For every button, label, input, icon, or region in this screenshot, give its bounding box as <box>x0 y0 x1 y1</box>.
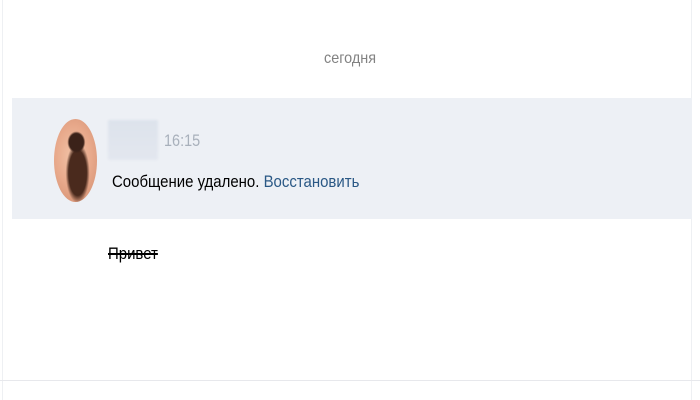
chat-history: сегодня 16:15 Сообщение удалено. Восстан… <box>0 0 700 400</box>
panel-border-left <box>2 0 3 400</box>
message-time: 16:15 <box>164 131 201 150</box>
sender-name-blurred[interactable] <box>108 120 158 160</box>
message-text-struck: Привет <box>108 244 158 263</box>
deleted-text: Сообщение удалено. <box>112 172 260 191</box>
restore-link[interactable]: Восстановить <box>264 172 360 191</box>
bottom-divider <box>0 380 700 381</box>
date-separator: сегодня <box>323 50 376 67</box>
avatar[interactable] <box>54 119 97 202</box>
deleted-notice: Сообщение удалено. Восстановить <box>112 172 359 192</box>
deleted-message-row: 16:15 Сообщение удалено. Восстановить <box>12 98 692 219</box>
